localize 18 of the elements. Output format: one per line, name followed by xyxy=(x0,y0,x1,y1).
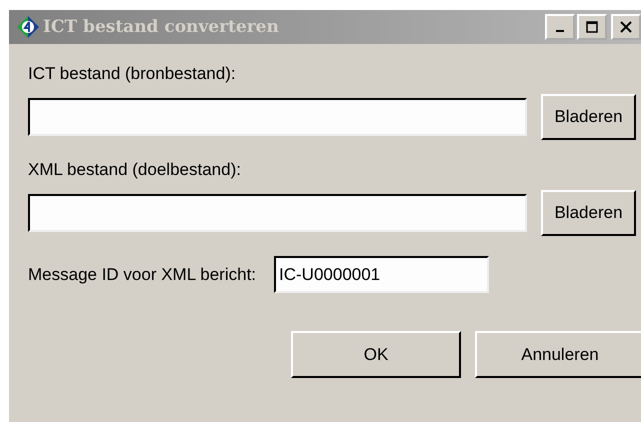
message-id-label: Message ID voor XML bericht: xyxy=(28,264,256,284)
diamond-logo-icon xyxy=(17,16,39,38)
close-button[interactable] xyxy=(611,14,641,40)
browse-button[interactable]: Bladeren xyxy=(541,94,636,140)
file-path-field[interactable] xyxy=(28,98,527,136)
maximize-button[interactable] xyxy=(577,14,607,40)
minimize-button[interactable] xyxy=(545,14,575,40)
window-title: ICT bestand converteren xyxy=(43,17,279,37)
file-path-field[interactable] xyxy=(28,194,527,232)
dialog-button[interactable]: OK xyxy=(291,331,461,378)
field-label: XML bestand (doelbestand): xyxy=(28,160,242,181)
dialog-button[interactable]: Annuleren xyxy=(475,331,641,378)
close-icon xyxy=(620,21,632,33)
message-id-field[interactable]: IC-U0000001 xyxy=(274,256,490,293)
field-label: ICT bestand (bronbestand): xyxy=(28,64,237,85)
maximize-icon xyxy=(586,21,598,33)
minimize-icon xyxy=(556,30,564,32)
browse-button[interactable]: Bladeren xyxy=(541,190,636,236)
